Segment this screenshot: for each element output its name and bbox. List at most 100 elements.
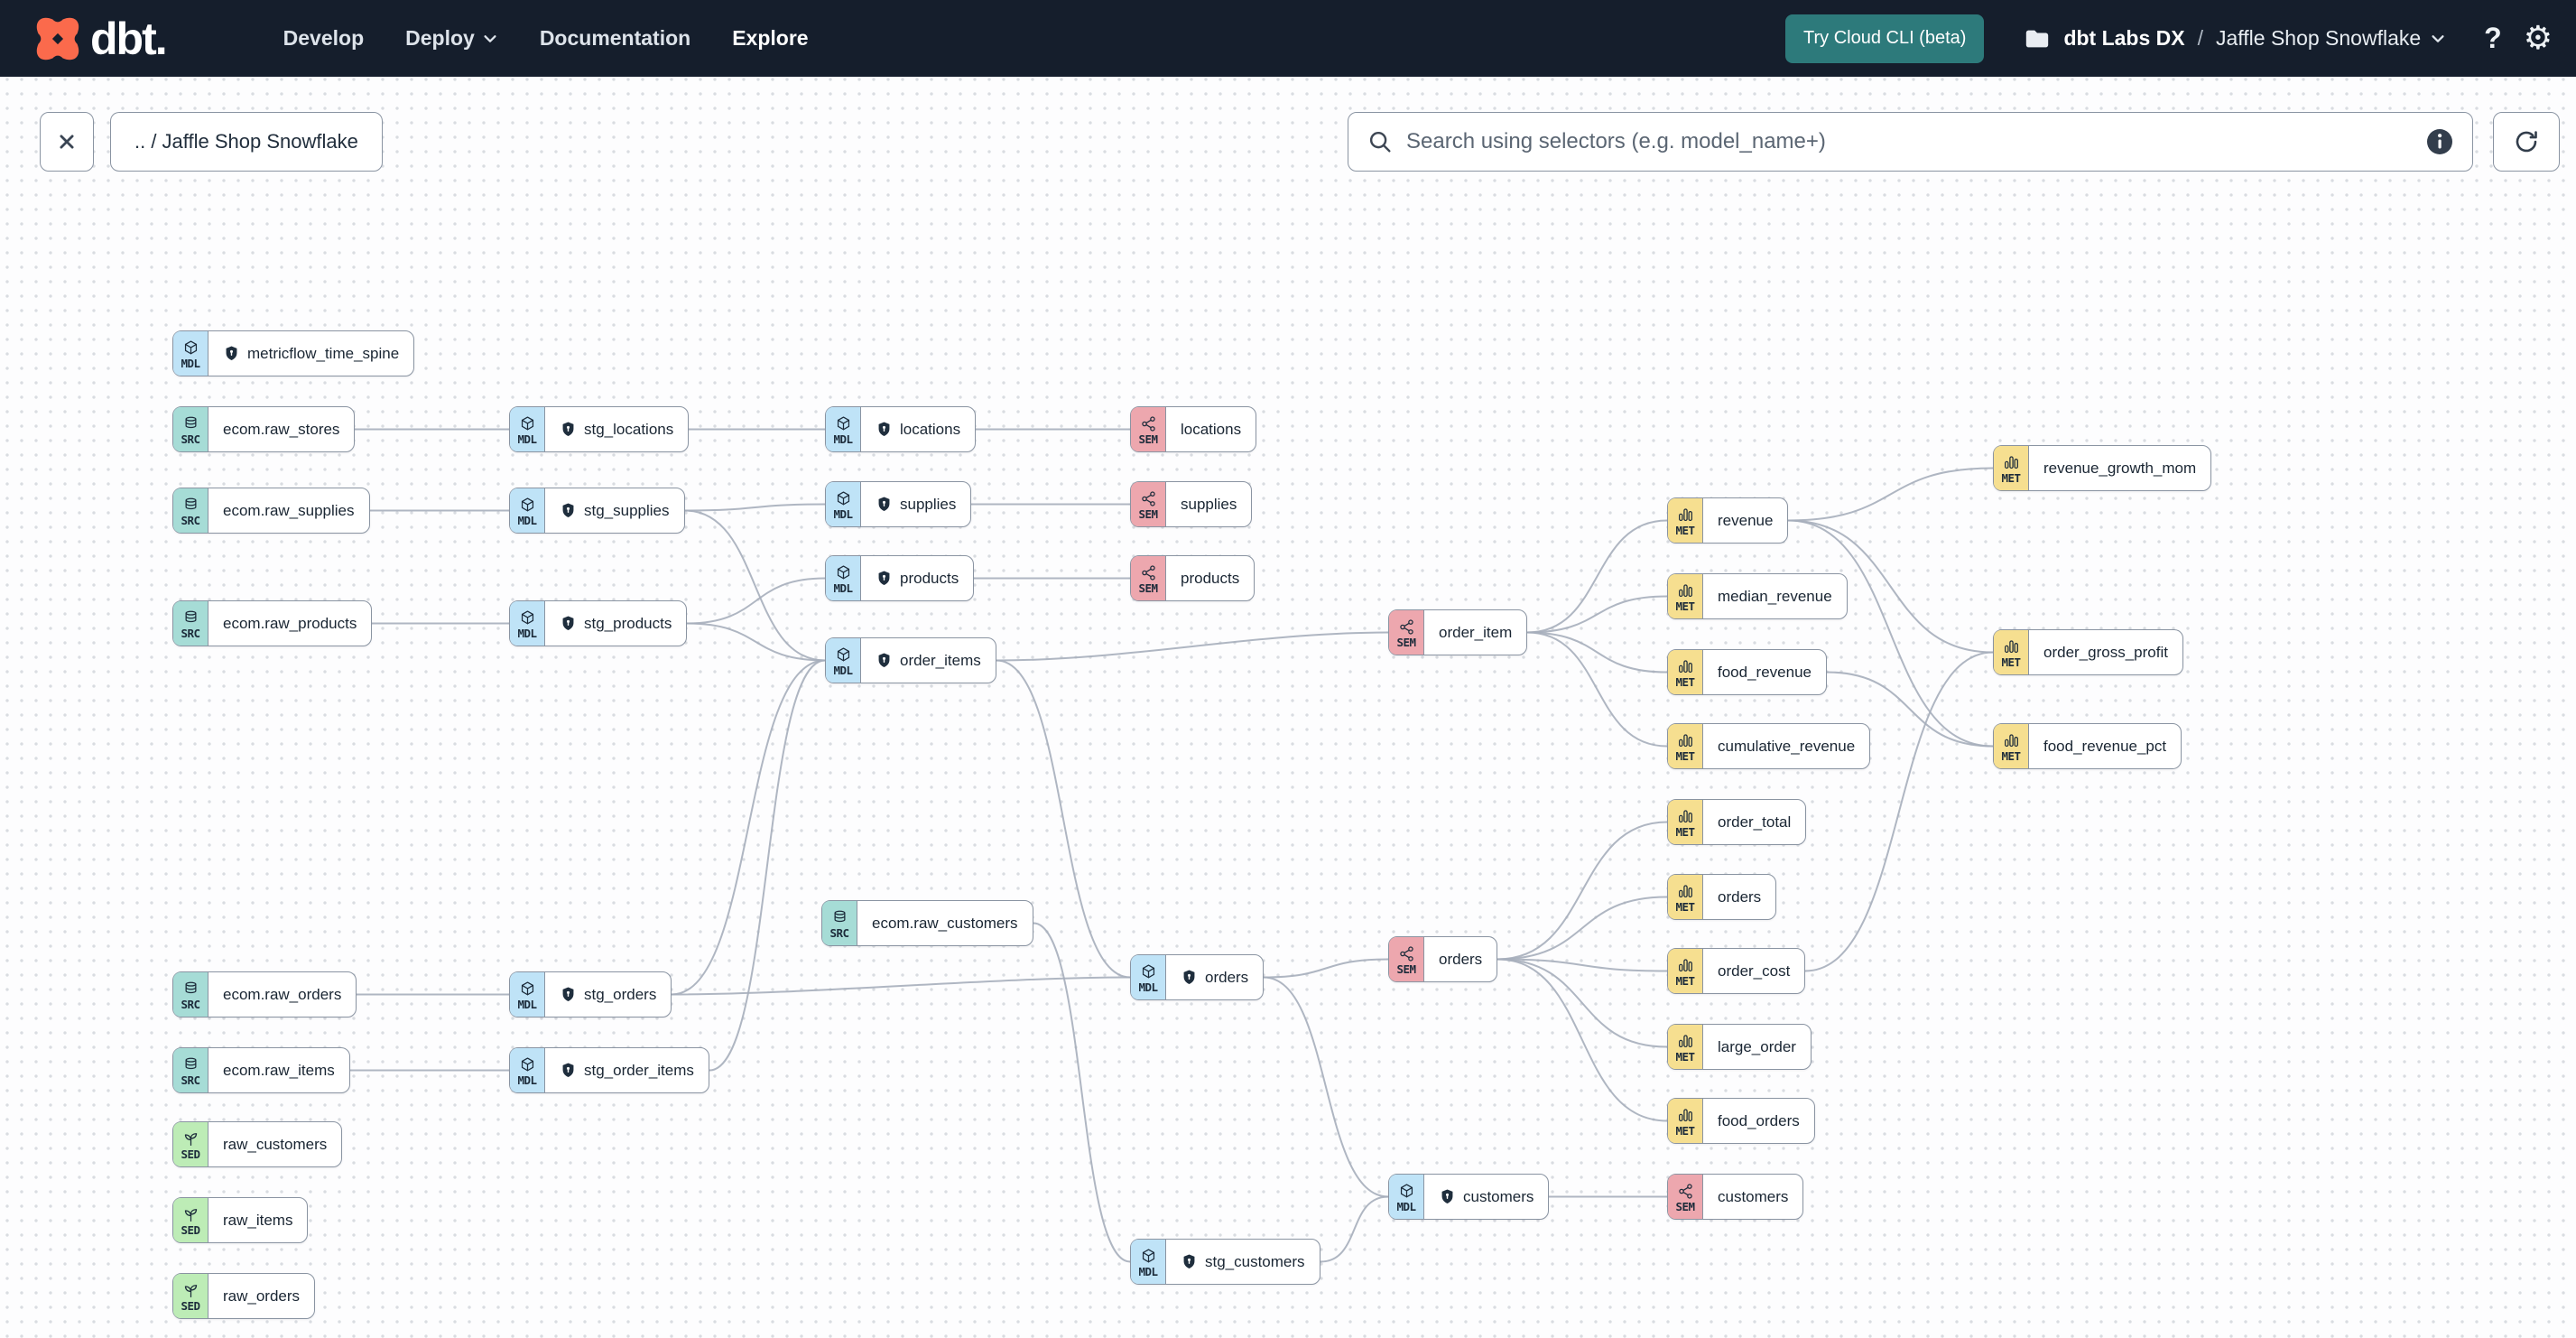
lineage-node-mdl_stg_customers[interactable]: MDL stg_customers	[1130, 1239, 1320, 1285]
lineage-canvas[interactable]: MDL metricflow_time_spine SRC ecom.raw_s…	[0, 0, 2576, 1338]
lineage-breadcrumb[interactable]: .. / Jaffle Shop Snowflake	[110, 112, 383, 172]
search-input[interactable]	[1406, 129, 2413, 154]
lineage-node-src_ecom_raw_orders[interactable]: SRC ecom.raw_orders	[172, 971, 357, 1017]
lineage-node-src_ecom_raw_products[interactable]: SRC ecom.raw_products	[172, 600, 373, 646]
lineage-node-mdl_stg_orders[interactable]: MDL stg_orders	[509, 971, 672, 1017]
shield-icon	[560, 421, 577, 438]
lineage-node-sem_supplies[interactable]: SEM supplies	[1130, 481, 1253, 527]
lineage-breadcrumb-label: .. / Jaffle Shop Snowflake	[134, 130, 358, 153]
lineage-node-sed_raw_orders[interactable]: SED raw_orders	[172, 1273, 316, 1319]
lineage-node-src_ecom_raw_stores[interactable]: SRC ecom.raw_stores	[172, 406, 356, 452]
lineage-node-met_median_revenue[interactable]: MET median_revenue	[1667, 573, 1848, 619]
lineage-node-met_order_gross_profit[interactable]: MET order_gross_profit	[1993, 629, 2183, 675]
lineage-node-met_food_orders[interactable]: MET food_orders	[1667, 1098, 1815, 1144]
node-label: stg_products	[584, 614, 672, 632]
top-navbar: dbt Develop Deploy Documentation Explore…	[0, 0, 2576, 77]
node-label-wrap: stg_customers	[1166, 1240, 1320, 1284]
lineage-node-mdl_products[interactable]: MDL products	[825, 555, 975, 601]
shield-icon	[1439, 1188, 1456, 1205]
lineage-node-met_cumulative_revenue[interactable]: MET cumulative_revenue	[1667, 723, 1871, 769]
selector-search	[1348, 112, 2473, 172]
lineage-node-sem_order_item[interactable]: SEM order_item	[1388, 609, 1528, 655]
node-type-label: MDL	[833, 432, 853, 446]
nav-deploy[interactable]: Deploy	[405, 26, 498, 51]
node-type-badge: SED	[173, 1198, 208, 1242]
node-label-wrap: supplies	[861, 482, 970, 526]
nav-explore-label: Explore	[732, 26, 809, 50]
project-selector[interactable]: Jaffle Shop Snowflake	[2216, 26, 2446, 51]
dbt-logo[interactable]: dbt	[32, 14, 166, 64]
semantic-model-icon	[1398, 945, 1415, 962]
lineage-node-mdl_stg_products[interactable]: MDL stg_products	[509, 600, 688, 646]
lineage-node-sem_locations[interactable]: SEM locations	[1130, 406, 1257, 452]
lineage-node-sem_orders[interactable]: SEM orders	[1388, 936, 1498, 982]
account-name[interactable]: dbt Labs DX	[2063, 26, 2184, 51]
node-label-wrap: median_revenue	[1703, 574, 1847, 618]
node-label: ecom.raw_products	[223, 614, 357, 632]
node-label: raw_customers	[223, 1135, 328, 1153]
lineage-node-met_order_total[interactable]: MET order_total	[1667, 799, 1807, 845]
lineage-node-met_order_cost[interactable]: MET order_cost	[1667, 948, 1806, 994]
help-icon[interactable]: ?	[2484, 22, 2502, 55]
cube-icon	[835, 490, 852, 507]
node-type-label: MDL	[517, 1073, 537, 1087]
lineage-node-sed_raw_items[interactable]: SED raw_items	[172, 1197, 309, 1243]
info-icon[interactable]	[2425, 127, 2454, 156]
node-label: products	[900, 569, 959, 587]
node-label-wrap: orders	[1703, 875, 1775, 919]
metric-chart-icon	[1677, 658, 1694, 675]
lineage-node-met_orders[interactable]: MET orders	[1667, 874, 1777, 920]
metric-chart-icon	[1677, 1033, 1694, 1050]
close-icon	[60, 135, 74, 149]
lineage-node-src_ecom_raw_supplies[interactable]: SRC ecom.raw_supplies	[172, 488, 370, 534]
node-label: order_gross_profit	[2043, 643, 2168, 661]
close-lineage-button[interactable]	[40, 112, 94, 172]
lineage-node-sed_raw_customers[interactable]: SED raw_customers	[172, 1121, 343, 1167]
lineage-node-mdl_supplies[interactable]: MDL supplies	[825, 481, 972, 527]
shield-icon	[560, 1062, 577, 1079]
lineage-node-mdl_stg_locations[interactable]: MDL stg_locations	[509, 406, 690, 452]
node-type-badge: MDL	[510, 972, 545, 1017]
dbt-logo-icon	[36, 17, 79, 60]
lineage-node-mdl_metricflow_time_spine[interactable]: MDL metricflow_time_spine	[172, 330, 415, 376]
node-type-badge: MET	[1668, 574, 1703, 618]
node-type-badge: MET	[1994, 630, 2029, 674]
node-type-label: SEM	[1138, 581, 1158, 595]
node-label-wrap: food_orders	[1703, 1099, 1814, 1143]
try-cloud-cli-button[interactable]: Try Cloud CLI (beta)	[1785, 14, 1985, 63]
lineage-node-met_food_revenue_pct[interactable]: MET food_revenue_pct	[1993, 723, 2182, 769]
nav-develop[interactable]: Develop	[283, 26, 364, 51]
lineage-node-met_large_order[interactable]: MET large_order	[1667, 1024, 1812, 1070]
lineage-node-sem_products[interactable]: SEM products	[1130, 555, 1256, 601]
lineage-node-mdl_stg_order_items[interactable]: MDL stg_order_items	[509, 1047, 709, 1093]
chevron-down-icon	[2432, 34, 2444, 42]
node-type-badge: SRC	[173, 407, 208, 451]
account-breadcrumb: dbt Labs DX / Jaffle Shop Snowflake	[2024, 25, 2446, 52]
shield-icon	[876, 570, 893, 587]
lineage-node-met_revenue[interactable]: MET revenue	[1667, 497, 1789, 544]
node-type-label: SED	[181, 1298, 200, 1313]
node-type-badge: MET	[1668, 650, 1703, 694]
lineage-node-mdl_locations[interactable]: MDL locations	[825, 406, 977, 452]
lineage-node-met_food_revenue[interactable]: MET food_revenue	[1667, 649, 1827, 695]
lineage-node-mdl_order_items[interactable]: MDL order_items	[825, 637, 996, 683]
nav-documentation[interactable]: Documentation	[540, 26, 690, 51]
shield-icon	[876, 421, 893, 438]
lineage-node-mdl_orders[interactable]: MDL orders	[1130, 954, 1265, 1000]
cube-icon	[519, 415, 536, 432]
nav-explore[interactable]: Explore	[732, 26, 808, 51]
folder-icon	[2024, 25, 2051, 52]
lineage-node-met_revenue_growth_mom[interactable]: MET revenue_growth_mom	[1993, 445, 2212, 491]
lineage-node-mdl_stg_supplies[interactable]: MDL stg_supplies	[509, 488, 685, 534]
lineage-node-src_ecom_raw_customers[interactable]: SRC ecom.raw_customers	[821, 900, 1033, 946]
refresh-button[interactable]	[2493, 112, 2560, 172]
lineage-node-src_ecom_raw_items[interactable]: SRC ecom.raw_items	[172, 1047, 350, 1093]
node-label: ecom.raw_items	[223, 1061, 335, 1079]
lineage-node-mdl_customers[interactable]: MDL customers	[1388, 1174, 1550, 1220]
node-type-label: MDL	[517, 626, 537, 640]
gear-icon[interactable]: ⚙	[2524, 22, 2553, 55]
shield-icon	[560, 986, 577, 1003]
lineage-node-sem_customers[interactable]: SEM customers	[1667, 1174, 1804, 1220]
database-icon	[182, 1056, 199, 1073]
node-label-wrap: raw_items	[208, 1198, 307, 1242]
